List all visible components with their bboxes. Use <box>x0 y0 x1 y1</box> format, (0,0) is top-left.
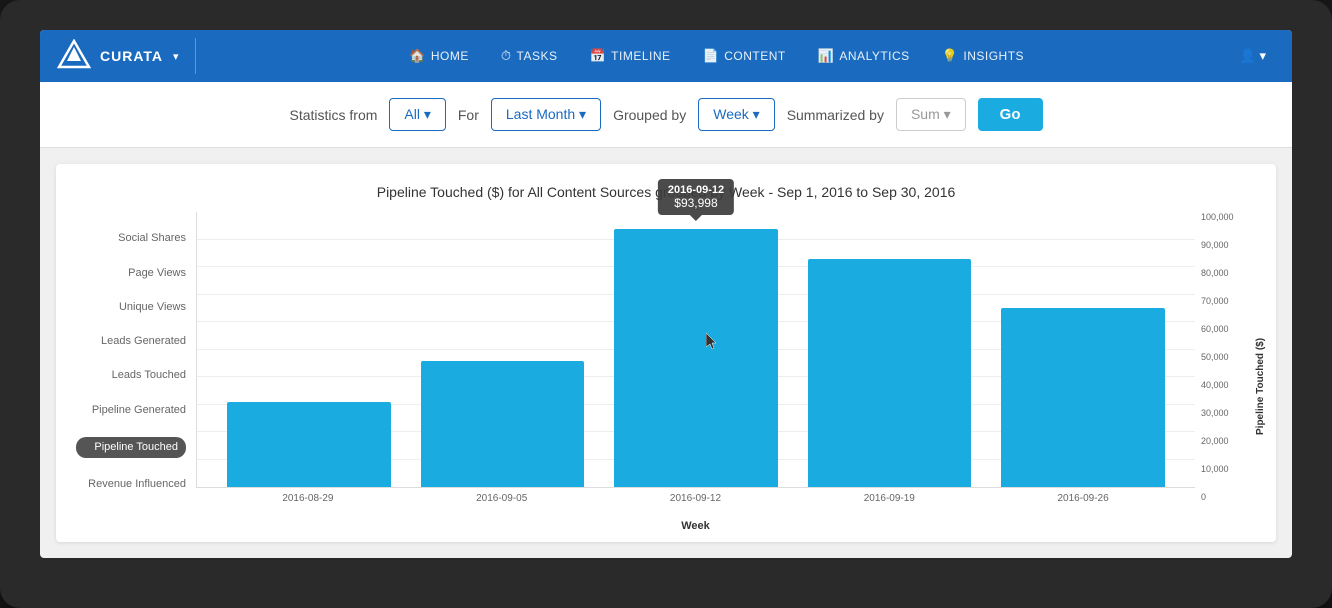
legend-revenue-influenced[interactable]: Revenue Influenced <box>76 477 186 492</box>
bar-1[interactable] <box>227 402 391 487</box>
nav-analytics[interactable]: 📊 ANALYTICS <box>804 42 924 70</box>
chart-legend: Social Shares Page Views Unique Views Le… <box>66 212 196 532</box>
insights-icon: 💡 <box>942 48 959 64</box>
y-axis-title-right: Pipeline Touched ($) <box>1255 212 1266 532</box>
y-label-40k: 40,000 <box>1201 380 1255 390</box>
bar-group-2 <box>421 212 585 487</box>
summarized-by-label: Summarized by <box>787 107 884 123</box>
y-label-10k: 10,000 <box>1201 464 1255 474</box>
y-axis-right: 100,000 90,000 80,000 70,000 60,000 50,0… <box>1195 212 1255 532</box>
chart-body: Social Shares Page Views Unique Views Le… <box>66 212 1266 532</box>
x-label-2: 2016-09-05 <box>420 493 584 518</box>
y-label-80k: 80,000 <box>1201 268 1255 278</box>
nav-menu: 🏠 HOME ⏱ TASKS 📅 TIMELINE 📄 CONTENT 📊 <box>204 42 1230 70</box>
period-value: Last Month ▾ <box>506 106 586 123</box>
user-menu[interactable]: 👤 ▾ <box>1230 42 1276 70</box>
x-label-4: 2016-09-19 <box>807 493 971 518</box>
bar-3[interactable]: 2016-09-12 $93,998 <box>614 229 778 488</box>
bar-2[interactable] <box>421 361 585 488</box>
legend-leads-generated[interactable]: Leads Generated <box>76 334 186 349</box>
bar-group-3: 2016-09-12 $93,998 <box>614 212 778 487</box>
for-label: For <box>458 107 479 123</box>
nav-tasks-label: TASKS <box>517 49 558 63</box>
bar-4[interactable] <box>808 259 972 487</box>
brand-name: CURATA <box>100 48 163 64</box>
all-dropdown[interactable]: All ▾ <box>389 98 445 131</box>
legend-pipeline-generated[interactable]: Pipeline Generated <box>76 403 186 418</box>
nav-home[interactable]: 🏠 HOME <box>395 42 483 70</box>
x-label-1: 2016-08-29 <box>226 493 390 518</box>
nav-tasks[interactable]: ⏱ TASKS <box>487 42 572 70</box>
period-dropdown[interactable]: Last Month ▾ <box>491 98 601 131</box>
chart-plot: 2016-09-12 $93,998 <box>196 212 1195 488</box>
nav-content-label: CONTENT <box>724 49 786 63</box>
filter-bar: Statistics from All ▾ For Last Month ▾ G… <box>40 82 1292 148</box>
stats-from-label: Statistics from <box>289 107 377 123</box>
tasks-icon: ⏱ <box>501 48 512 64</box>
y-label-90k: 90,000 <box>1201 240 1255 250</box>
nav-timeline-label: TIMELINE <box>611 49 670 63</box>
bar-group-1 <box>227 212 391 487</box>
legend-leads-touched[interactable]: Leads Touched <box>76 368 186 383</box>
x-label-5: 2016-09-26 <box>1001 493 1165 518</box>
all-value: All ▾ <box>404 106 430 123</box>
sum-value: Sum ▾ <box>911 106 951 123</box>
y-label-60k: 60,000 <box>1201 324 1255 334</box>
content-icon: 📄 <box>703 48 720 64</box>
y-label-70k: 70,000 <box>1201 296 1255 306</box>
nav-content[interactable]: 📄 CONTENT <box>689 42 800 70</box>
tooltip-value: $93,998 <box>668 196 724 210</box>
brand-dropdown-icon[interactable]: ▾ <box>173 50 179 63</box>
chart-container: Pipeline Touched ($) for All Content Sou… <box>56 164 1276 542</box>
nav-insights-label: INSIGHTS <box>963 49 1024 63</box>
timeline-icon: 📅 <box>589 48 606 64</box>
week-dropdown[interactable]: Week ▾ <box>698 98 774 131</box>
grouped-by-label: Grouped by <box>613 107 686 123</box>
chart-main: 2016-09-12 $93,998 <box>196 212 1195 532</box>
laptop-frame: CURATA ▾ 🏠 HOME ⏱ TASKS 📅 TIMELINE 📄 <box>0 0 1332 608</box>
bar-group-4 <box>808 212 972 487</box>
legend-page-views[interactable]: Page Views <box>76 266 186 281</box>
go-button[interactable]: Go <box>978 98 1043 131</box>
screen: CURATA ▾ 🏠 HOME ⏱ TASKS 📅 TIMELINE 📄 <box>40 30 1292 558</box>
legend-social-shares[interactable]: Social Shares <box>76 231 186 246</box>
sum-dropdown[interactable]: Sum ▾ <box>896 98 966 131</box>
nav-home-label: HOME <box>431 49 469 63</box>
legend-unique-views[interactable]: Unique Views <box>76 300 186 315</box>
y-label-20k: 20,000 <box>1201 436 1255 446</box>
x-label-3: 2016-09-12 <box>614 493 778 518</box>
x-axis-title: Week <box>196 520 1195 532</box>
x-axis: 2016-08-29 2016-09-05 2016-09-12 2016-09… <box>196 488 1195 518</box>
analytics-icon: 📊 <box>818 48 835 64</box>
tooltip-date: 2016-09-12 <box>668 184 724 196</box>
nav-timeline[interactable]: 📅 TIMELINE <box>575 42 684 70</box>
y-label-30k: 30,000 <box>1201 408 1255 418</box>
nav-brand: CURATA ▾ <box>56 38 196 74</box>
bar-group-5 <box>1001 212 1165 487</box>
logo-icon <box>56 38 92 74</box>
chart-tooltip: 2016-09-12 $93,998 <box>658 179 734 215</box>
home-icon: 🏠 <box>409 48 426 64</box>
y-label-0: 0 <box>1201 492 1255 502</box>
y-axis-right-wrapper: 100,000 90,000 80,000 70,000 60,000 50,0… <box>1195 212 1266 532</box>
nav-insights[interactable]: 💡 INSIGHTS <box>928 42 1038 70</box>
week-value: Week ▾ <box>713 106 759 123</box>
bar-5[interactable] <box>1001 308 1165 487</box>
y-label-50k: 50,000 <box>1201 352 1255 362</box>
nav-analytics-label: ANALYTICS <box>839 49 909 63</box>
navbar: CURATA ▾ 🏠 HOME ⏱ TASKS 📅 TIMELINE 📄 <box>40 30 1292 82</box>
bars-area: 2016-09-12 $93,998 <box>197 212 1195 487</box>
y-label-100k: 100,000 <box>1201 212 1255 222</box>
legend-pipeline-touched[interactable]: Pipeline Touched <box>76 437 186 458</box>
